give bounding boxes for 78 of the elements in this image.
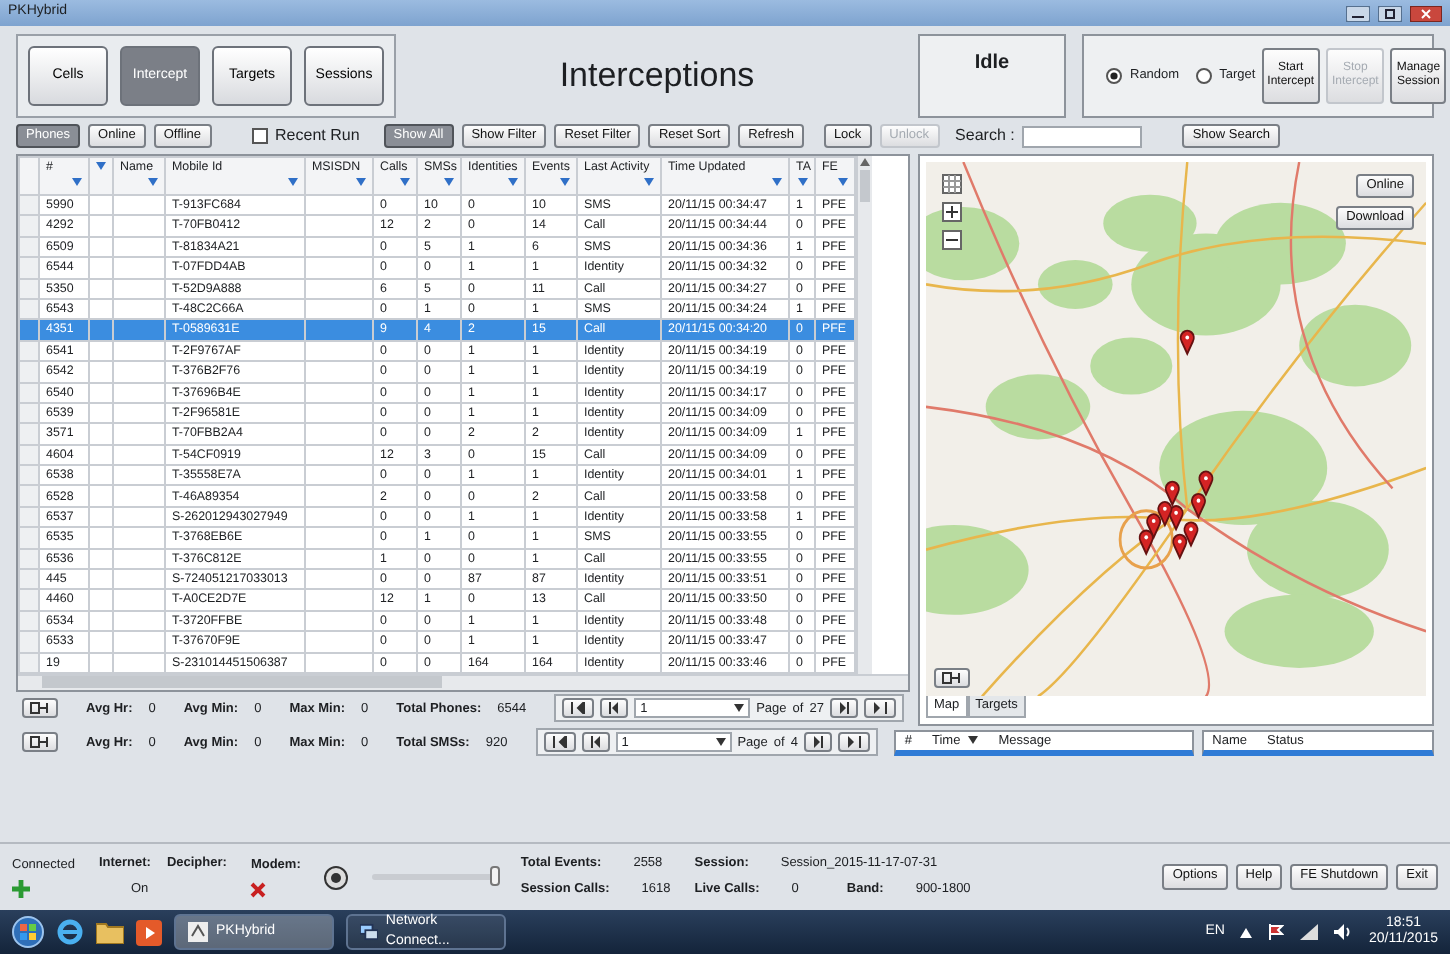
dock-button[interactable] [933,668,970,689]
media-player-icon[interactable] [136,919,162,945]
flag-icon[interactable] [1268,924,1285,940]
sort-caret-icon[interactable] [288,178,298,187]
grid-icon[interactable] [941,174,962,194]
caret-icon [968,736,979,745]
first-page-button[interactable] [543,732,576,753]
search-label: Search : [955,124,1015,148]
zoom-out-icon[interactable] [941,230,962,250]
skip-end-icon [871,702,888,715]
close-icon[interactable] [1410,5,1442,21]
skip-start-icon [551,736,568,749]
sort-caret-icon[interactable] [400,178,410,187]
map-pin-icon[interactable] [1164,480,1180,506]
browser-icon[interactable] [56,918,84,946]
sort-caret-icon[interactable] [838,178,848,187]
last-page-button[interactable] [837,732,870,753]
start-orb-icon[interactable] [12,916,44,948]
dock-button[interactable] [22,732,58,753]
folder-icon[interactable] [96,920,124,944]
speaker-icon [324,865,349,889]
filter-caret-icon[interactable] [96,162,106,170]
panel-icon [941,672,962,685]
skip-end-icon [845,736,862,749]
tray-arrow-icon[interactable] [1240,927,1253,937]
sort-caret-icon[interactable] [148,178,158,187]
bar-caret-right-icon [811,736,824,749]
sort-caret-icon[interactable] [508,178,518,187]
scrollbar-thumb[interactable] [860,170,870,202]
sort-caret-icon[interactable] [444,178,454,187]
checkbox[interactable] [251,128,268,144]
plus-icon [12,880,30,899]
slider-thumb[interactable] [490,866,501,886]
sort-caret-icon[interactable] [798,178,808,187]
sort-caret-icon[interactable] [72,178,82,187]
bar-caret-left-icon [589,736,602,749]
cross-icon [250,881,267,898]
first-page-button[interactable] [562,698,595,719]
bar-caret-left-icon [608,702,621,715]
last-page-button[interactable] [863,698,896,719]
checkbox-label: Recent Run [275,124,360,148]
radio-button[interactable] [1195,68,1212,84]
panel-icon [30,736,50,749]
dock-button[interactable] [22,698,58,719]
map-pin-icon[interactable] [1179,329,1195,355]
next-page-button[interactable] [803,732,832,753]
network-icon [360,922,378,942]
previous-page-button[interactable] [600,698,629,719]
map-pin-icon[interactable] [1190,492,1206,518]
sort-caret-icon[interactable] [560,178,570,187]
sort-caret-icon[interactable] [644,178,654,187]
map-pin-icon[interactable] [1198,470,1214,496]
minimize-icon[interactable] [1346,5,1370,21]
volume-icon[interactable] [1334,924,1353,940]
map-pin-icon[interactable] [1146,513,1162,539]
maximize-icon[interactable] [1378,5,1402,21]
radio-button[interactable] [1106,68,1122,84]
sort-caret-icon[interactable] [356,178,366,187]
skip-start-icon [570,702,587,715]
next-page-button[interactable] [829,698,858,719]
app-icon [188,922,208,942]
map-pin-icon[interactable] [1183,521,1199,547]
map-pin-icon[interactable] [1172,533,1188,559]
sort-caret-icon[interactable] [772,178,782,187]
previous-page-button[interactable] [581,732,610,753]
zoom-in-icon[interactable] [941,202,962,222]
caret-icon [734,704,745,713]
scroll-up-icon[interactable] [858,156,872,168]
map-pin-icon[interactable] [1138,529,1154,555]
scrollbar-thumb[interactable] [42,676,442,689]
panel-icon [30,702,50,715]
caret-icon [715,738,726,747]
search-field[interactable] [1022,125,1143,147]
bar-caret-right-icon [837,702,850,715]
status-display: Idle [918,34,1066,118]
map-pin-icon[interactable] [1157,501,1173,527]
signal-icon[interactable] [1300,924,1319,940]
page-heading: Interceptions [557,54,757,99]
